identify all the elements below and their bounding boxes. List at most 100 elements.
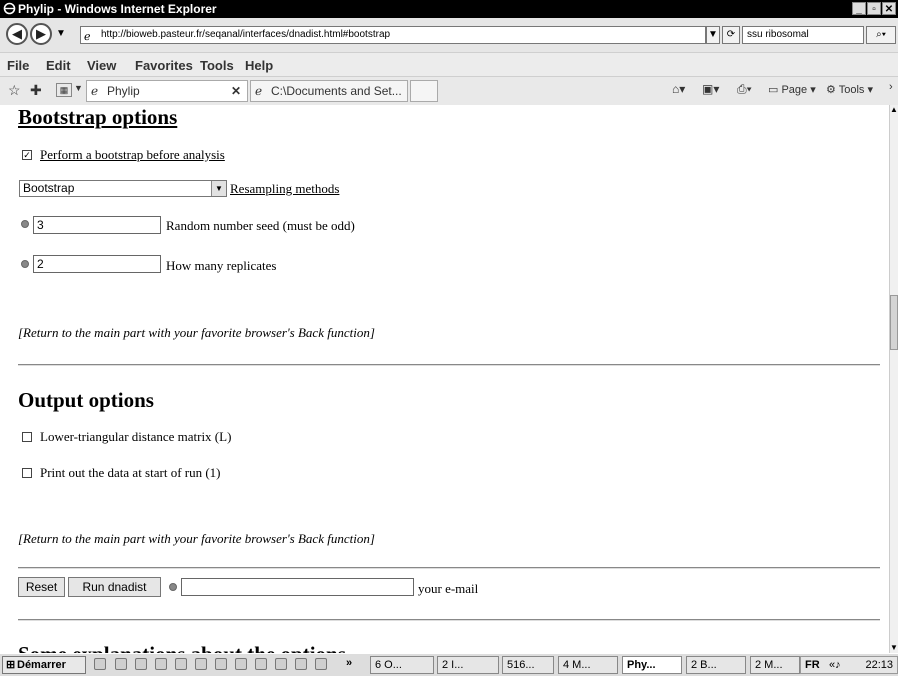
tools-menu[interactable]: ⚙ Tools ▾: [826, 83, 873, 96]
close-window-button[interactable]: ✕: [882, 2, 896, 15]
start-button[interactable]: ⊞ Démarrer: [2, 656, 86, 674]
email-radio[interactable]: [169, 583, 177, 591]
quicklaunch-icon[interactable]: [215, 658, 227, 670]
vertical-scrollbar[interactable]: ▲ ▼: [889, 105, 898, 653]
reset-button[interactable]: Reset: [18, 577, 65, 597]
maximize-button[interactable]: ▫: [867, 2, 881, 15]
page-menu-label: Page: [781, 84, 808, 96]
menu-bar: File Edit View Favorites Tools Help: [0, 52, 898, 77]
quick-tabs-icon[interactable]: ▦: [56, 83, 72, 97]
taskbar-item[interactable]: 6 O...: [370, 656, 434, 674]
taskbar-item[interactable]: 4 M...: [558, 656, 618, 674]
replicates-input[interactable]: 2: [33, 255, 161, 273]
home-icon[interactable]: ⌂▾: [672, 82, 685, 96]
chevron-down-icon: ▼: [211, 181, 226, 196]
perform-bootstrap-link[interactable]: Perform a bootstrap before analysis: [40, 147, 225, 163]
resampling-method-select[interactable]: Bootstrap ▼: [19, 180, 227, 197]
quicklaunch-icon[interactable]: [94, 658, 106, 670]
quicklaunch-icon[interactable]: [255, 658, 267, 670]
resampling-methods-link[interactable]: Resampling methods: [230, 181, 339, 197]
taskbar-item[interactable]: Phy...: [622, 656, 682, 674]
scrollbar-thumb[interactable]: [890, 295, 898, 350]
seed-input[interactable]: 3: [33, 216, 161, 234]
quicklaunch-icon[interactable]: [235, 658, 247, 670]
replicates-radio[interactable]: [21, 260, 29, 268]
quicklaunch-icon[interactable]: [315, 658, 327, 670]
feeds-icon[interactable]: ▣▾: [702, 82, 719, 96]
taskbar-item[interactable]: 516...: [502, 656, 554, 674]
quicklaunch-icon[interactable]: [175, 658, 187, 670]
taskbar-item[interactable]: 2 I...: [437, 656, 499, 674]
menu-view[interactable]: View: [87, 58, 116, 73]
replicates-label: How many replicates: [166, 258, 277, 273]
add-favorite-icon[interactable]: ✚: [30, 82, 42, 99]
lower-triangular-label: Lower-triangular distance matrix (L): [40, 429, 232, 444]
menu-tools[interactable]: Tools: [200, 58, 234, 73]
menu-favorites[interactable]: Favorites: [135, 58, 193, 73]
explanations-heading: Some explanations about the options: [18, 642, 346, 653]
seed-value: 3: [37, 218, 44, 232]
address-input[interactable]: ℯ http://bioweb.pasteur.fr/seqanal/inter…: [80, 26, 706, 44]
page-menu[interactable]: ▭ Page ▾: [768, 83, 816, 96]
tab-phylip[interactable]: ℯ Phylip ✕: [86, 80, 248, 102]
quicklaunch-icon[interactable]: [155, 658, 167, 670]
taskbar-item[interactable]: 2 M...: [750, 656, 800, 674]
return-note-output: [Return to the main part with your favor…: [18, 531, 375, 546]
tab-bar: ☆ ✚ ▦ ▼ ℯ Phylip ✕ ℯ C:\Documents and Se…: [0, 76, 898, 106]
volume-icon[interactable]: «♪: [829, 657, 841, 673]
return-note-bootstrap: [Return to the main part with your favor…: [18, 325, 375, 340]
run-dnadist-button[interactable]: Run dnadist: [68, 577, 161, 597]
search-input[interactable]: ssu ribosomal: [742, 26, 864, 44]
section-divider: [18, 567, 880, 569]
forward-button[interactable]: ▶: [30, 23, 52, 45]
menu-help[interactable]: Help: [245, 58, 273, 73]
quicklaunch-icon[interactable]: [275, 658, 287, 670]
language-icon[interactable]: FR: [805, 657, 820, 673]
page-icon: ℯ: [91, 84, 99, 98]
tab-documents[interactable]: ℯ C:\Documents and Set...: [250, 80, 408, 102]
taskbar-item[interactable]: 2 B...: [686, 656, 746, 674]
print-data-checkbox[interactable]: [22, 468, 32, 478]
clock: 22:13: [865, 659, 893, 671]
tab-list-dropdown-icon[interactable]: ▼: [74, 83, 83, 93]
email-input[interactable]: [181, 578, 414, 596]
seed-radio[interactable]: [21, 220, 29, 228]
favorites-star-icon[interactable]: ☆: [8, 82, 21, 99]
page-icon: ℯ: [84, 31, 91, 43]
scroll-up-icon[interactable]: ▲: [890, 105, 898, 115]
close-tab-icon[interactable]: ✕: [231, 81, 241, 101]
search-button[interactable]: ⌕▾: [866, 26, 896, 44]
quicklaunch-overflow-icon[interactable]: »: [346, 657, 352, 669]
recent-pages-dropdown-icon[interactable]: ▼: [56, 28, 66, 39]
more-chevron-icon[interactable]: ›: [889, 81, 893, 93]
quicklaunch-icon[interactable]: [195, 658, 207, 670]
quicklaunch-icon[interactable]: [135, 658, 147, 670]
back-button[interactable]: ◀: [6, 23, 28, 45]
quicklaunch-icon[interactable]: [115, 658, 127, 670]
lower-triangular-checkbox[interactable]: [22, 432, 32, 442]
tab-label: Phylip: [107, 84, 140, 98]
email-label: your e-mail: [418, 581, 479, 596]
address-toolbar: ◀ ▶ ▼ ℯ http://bioweb.pasteur.fr/seqanal…: [0, 18, 898, 52]
section-divider: [18, 364, 880, 366]
tab-label: C:\Documents and Set...: [271, 84, 402, 98]
quicklaunch-icon[interactable]: [295, 658, 307, 670]
refresh-icon[interactable]: ⟳: [722, 26, 740, 44]
replicates-value: 2: [37, 257, 44, 271]
address-dropdown-button[interactable]: ▼: [706, 26, 720, 44]
scroll-down-icon[interactable]: ▼: [890, 643, 898, 653]
window-title: Phylip - Windows Internet Explorer: [18, 2, 217, 16]
address-url: http://bioweb.pasteur.fr/seqanal/interfa…: [101, 29, 391, 40]
menu-file[interactable]: File: [7, 58, 29, 73]
print-data-label: Print out the data at start of run (1): [40, 465, 221, 480]
tools-menu-label: Tools: [838, 84, 865, 96]
page-content: Bootstrap options ✓ Perform a bootstrap …: [0, 105, 889, 653]
print-icon[interactable]: ⎙▾: [737, 82, 752, 97]
minimize-button[interactable]: _: [852, 2, 866, 15]
perform-bootstrap-checkbox[interactable]: ✓: [22, 150, 32, 160]
new-tab-button[interactable]: [410, 80, 438, 102]
output-heading: Output options: [18, 388, 154, 412]
menu-edit[interactable]: Edit: [46, 58, 71, 73]
section-divider: [18, 619, 880, 621]
window-title-bar: Phylip - Windows Internet Explorer _ ▫ ✕: [0, 0, 898, 18]
